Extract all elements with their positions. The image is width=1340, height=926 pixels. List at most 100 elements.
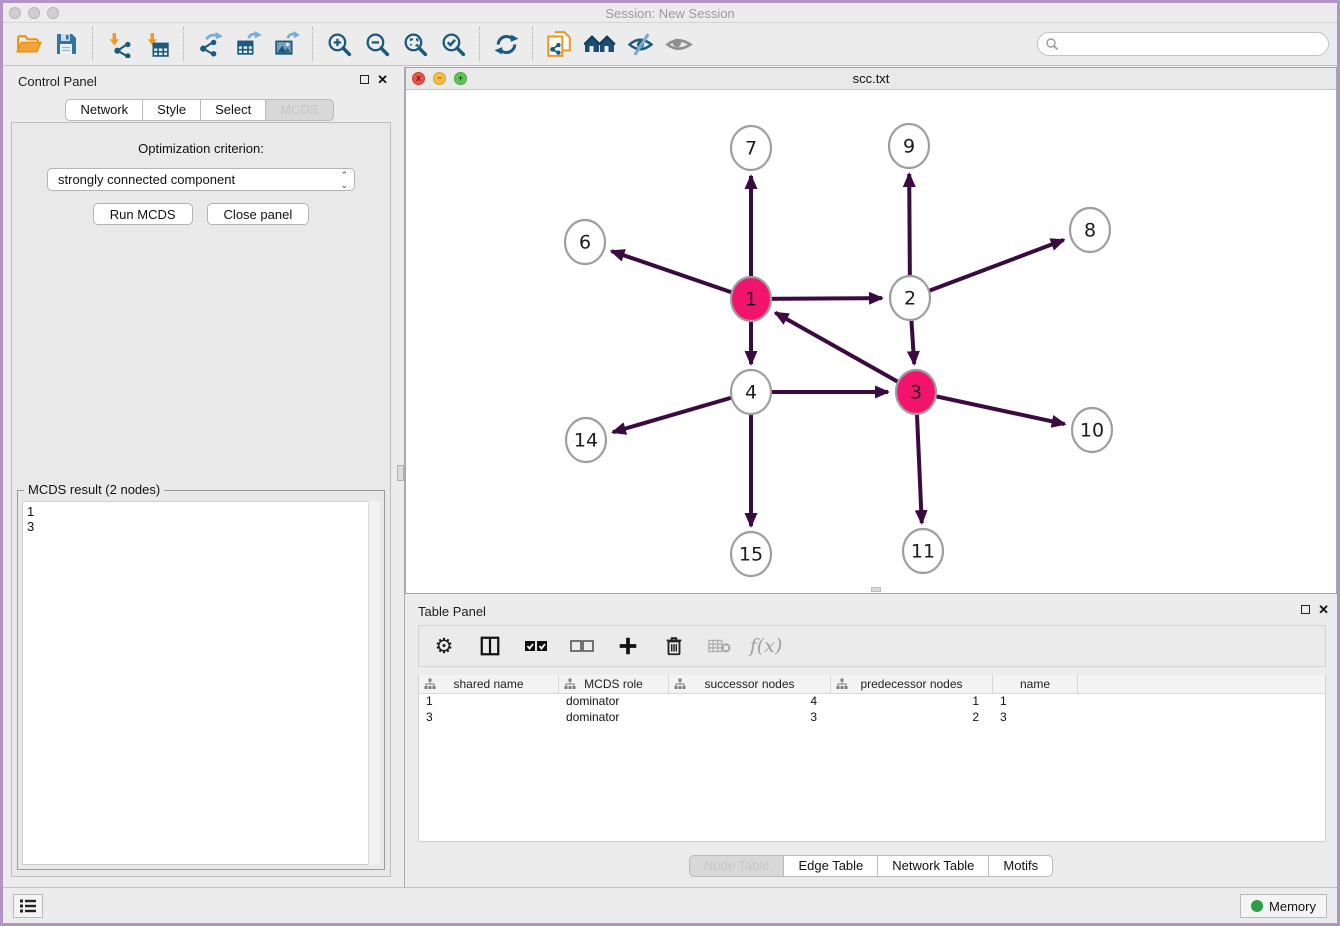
column-header-MCDS-role[interactable]: MCDS role <box>559 675 669 693</box>
column-type-icon <box>836 678 848 690</box>
checked-boxes-icon <box>524 639 548 653</box>
table-cell[interactable]: 1 <box>419 694 559 710</box>
svg-text:2: 2 <box>904 288 916 310</box>
clone-network-button[interactable] <box>540 25 578 63</box>
column-header-name[interactable]: name <box>993 675 1078 693</box>
network-resize-handle[interactable] <box>871 587 881 592</box>
graph-edge-2-8[interactable] <box>910 240 1064 298</box>
graph-edge-3-10[interactable] <box>916 392 1065 424</box>
svg-text:7: 7 <box>745 138 757 160</box>
task-history-button[interactable] <box>13 894 43 918</box>
table-cell[interactable]: dominator <box>559 694 669 710</box>
table-cell[interactable]: 3 <box>669 710 831 726</box>
tab-style[interactable]: Style <box>142 99 200 121</box>
zoom-out-button[interactable] <box>358 25 396 63</box>
close-panel-button[interactable]: Close panel <box>207 203 310 225</box>
import-table-button[interactable] <box>138 25 176 63</box>
graph-edge-1-6[interactable] <box>611 251 751 299</box>
optimization-criterion-label: Optimization criterion: <box>12 141 390 156</box>
vertical-splitter[interactable] <box>396 67 405 887</box>
search-input[interactable] <box>1059 34 1328 54</box>
zoom-fit-button[interactable] <box>396 25 434 63</box>
result-scrollbar[interactable] <box>368 501 380 865</box>
column-header-successor-nodes[interactable]: successor nodes <box>669 675 831 693</box>
show-all-button[interactable] <box>660 25 698 63</box>
create-column-button[interactable] <box>615 631 641 661</box>
split-view-button[interactable] <box>477 631 503 661</box>
import-network-icon <box>106 31 133 58</box>
graph-node-14[interactable]: 14 <box>566 418 606 462</box>
column-header-shared-name[interactable]: shared name <box>419 675 559 693</box>
table-row[interactable]: 1dominator411 <box>419 694 1325 710</box>
graph-edge-4-14[interactable] <box>613 392 751 432</box>
import-table-icon <box>144 31 171 58</box>
graph-node-4[interactable]: 4 <box>731 370 771 414</box>
tab-select[interactable]: Select <box>200 99 265 121</box>
table-cell[interactable]: 1 <box>993 694 1078 710</box>
control-panel-tabs: Network Style Select MCDS <box>3 99 396 121</box>
hide-all-columns-button[interactable] <box>569 631 595 661</box>
network-window-titlebar: x − + scc.txt <box>406 68 1336 90</box>
svg-text:10: 10 <box>1080 420 1104 442</box>
table-cell[interactable]: 3 <box>993 710 1078 726</box>
tab-motifs[interactable]: Motifs <box>988 855 1053 877</box>
tab-network[interactable]: Network <box>65 99 142 121</box>
zoom-selected-button[interactable] <box>434 25 472 63</box>
zoom-selected-icon <box>440 31 467 58</box>
table-cell[interactable]: 3 <box>419 710 559 726</box>
float-table-panel-icon[interactable] <box>1301 605 1310 614</box>
graph-node-1[interactable]: 1 <box>731 277 771 321</box>
network-graph[interactable]: 1 2 3 4 6 7 8 9 10 11 14 15 <box>406 90 1336 593</box>
delete-column-button[interactable] <box>661 631 687 661</box>
close-table-panel-icon[interactable]: ✕ <box>1318 604 1329 615</box>
memory-button[interactable]: Memory <box>1240 894 1327 918</box>
graph-node-11[interactable]: 11 <box>903 529 943 573</box>
eye-icon <box>664 31 694 58</box>
column-header-predecessor-nodes[interactable]: predecessor nodes <box>831 675 993 693</box>
tab-edge-table[interactable]: Edge Table <box>783 855 877 877</box>
function-builder-button: f(x) <box>753 631 779 661</box>
hide-selected-button[interactable] <box>622 25 660 63</box>
refresh-button[interactable] <box>487 25 525 63</box>
graph-node-2[interactable]: 2 <box>890 276 930 320</box>
network-view-window: x − + scc.txt 1 2 3 4 6 7 8 9 10 11 14 15 <box>405 67 1337 594</box>
table-cell[interactable]: 2 <box>831 710 993 726</box>
graph-node-8[interactable]: 8 <box>1070 208 1110 252</box>
tab-node-table[interactable]: Node Table <box>689 855 784 877</box>
network-canvas[interactable]: 1 2 3 4 6 7 8 9 10 11 14 15 <box>406 90 1336 593</box>
graph-node-7[interactable]: 7 <box>731 126 771 170</box>
table-settings-button[interactable]: ⚙ <box>431 631 457 661</box>
graph-node-10[interactable]: 10 <box>1072 408 1112 452</box>
export-image-button[interactable] <box>267 25 305 63</box>
home-button[interactable] <box>578 25 622 63</box>
network-window-title: scc.txt <box>406 71 1336 86</box>
import-network-button[interactable] <box>100 25 138 63</box>
open-folder-icon <box>15 31 42 58</box>
graph-edge-3-1[interactable] <box>775 313 916 392</box>
graph-node-15[interactable]: 15 <box>731 532 771 576</box>
open-session-button[interactable] <box>9 25 47 63</box>
table-row[interactable]: 3dominator323 <box>419 710 1325 726</box>
table-cell[interactable]: 1 <box>831 694 993 710</box>
tab-mcds[interactable]: MCDS <box>265 99 333 121</box>
close-panel-icon[interactable]: ✕ <box>377 74 388 85</box>
criterion-select[interactable]: strongly connected component ⌃⌄ <box>47 168 355 191</box>
graph-node-9[interactable]: 9 <box>889 124 929 168</box>
table-panel-title: Table Panel <box>418 604 486 619</box>
tab-network-table[interactable]: Network Table <box>877 855 988 877</box>
export-table-button[interactable] <box>229 25 267 63</box>
table-cell[interactable]: 4 <box>669 694 831 710</box>
graph-node-3[interactable]: 3 <box>896 370 936 414</box>
zoom-in-button[interactable] <box>320 25 358 63</box>
mcds-result-text[interactable]: 1 3 <box>22 501 380 865</box>
splitter-grip[interactable] <box>397 465 404 481</box>
export-network-button[interactable] <box>191 25 229 63</box>
run-mcds-button[interactable]: Run MCDS <box>93 203 193 225</box>
svg-text:8: 8 <box>1084 220 1096 242</box>
table-cell[interactable]: dominator <box>559 710 669 726</box>
save-session-button[interactable] <box>47 25 85 63</box>
show-all-columns-button[interactable] <box>523 631 549 661</box>
search-field[interactable] <box>1037 32 1329 56</box>
graph-node-6[interactable]: 6 <box>565 220 605 264</box>
float-panel-icon[interactable] <box>360 75 369 84</box>
